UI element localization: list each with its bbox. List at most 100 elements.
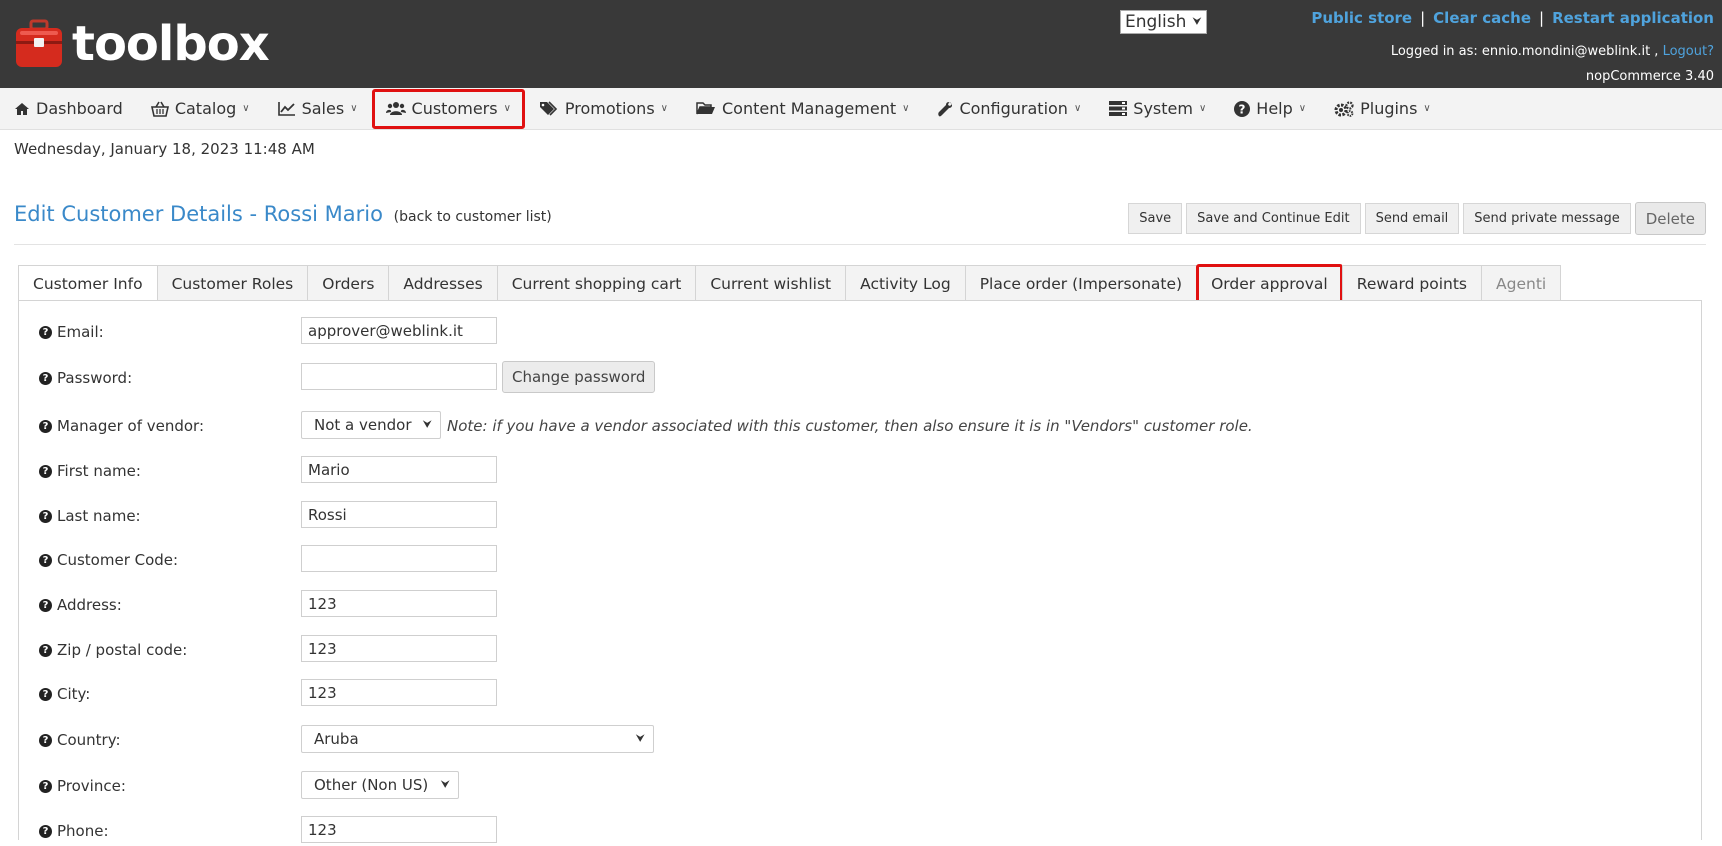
- email-row: ? Email: approver@weblink.it: [19, 317, 1701, 347]
- home-icon: [15, 102, 29, 115]
- city-field[interactable]: 123: [301, 679, 497, 706]
- chevron-down-icon: ∨: [1298, 103, 1307, 114]
- question-icon[interactable]: ?: [39, 464, 52, 478]
- nav-sales[interactable]: Sales ∨: [264, 89, 372, 129]
- question-icon[interactable]: ?: [39, 509, 52, 523]
- password-row: ? Password: Change password: [19, 361, 1701, 393]
- question-icon[interactable]: ?: [39, 371, 52, 385]
- chevron-down-icon: ⮟: [1192, 15, 1202, 28]
- logo[interactable]: toolbox: [14, 16, 270, 72]
- customer-code-row: ? Customer Code:: [19, 545, 1701, 575]
- nav-content-management[interactable]: Content Management ∨: [682, 89, 923, 129]
- tab-customer-roles[interactable]: Customer Roles: [156, 265, 309, 301]
- question-icon[interactable]: ?: [39, 824, 52, 838]
- customer-code-field[interactable]: [301, 545, 497, 572]
- question-icon[interactable]: ?: [39, 733, 52, 747]
- question-icon[interactable]: ?: [39, 779, 52, 793]
- folder-open-icon: [696, 102, 715, 115]
- send-private-message-button[interactable]: Send private message: [1463, 203, 1631, 234]
- vendor-label: ? Manager of vendor:: [39, 417, 204, 435]
- question-icon[interactable]: ?: [39, 419, 52, 433]
- line-chart-icon: [277, 102, 295, 116]
- save-continue-button[interactable]: Save and Continue Edit: [1186, 203, 1361, 234]
- zip-field[interactable]: 123: [301, 635, 497, 662]
- zip-label: ? Zip / postal code:: [39, 641, 187, 659]
- province-select[interactable]: Other (Non US) ⮟: [301, 771, 459, 799]
- logo-text: toolbox: [72, 16, 270, 72]
- language-value: English: [1125, 12, 1187, 32]
- label-text: City:: [57, 685, 91, 703]
- tags-icon: [539, 101, 558, 116]
- vendor-note: Note: if you have a vendor associated wi…: [447, 417, 1253, 435]
- language-select[interactable]: English ⮟: [1120, 10, 1207, 34]
- phone-field[interactable]: 123: [301, 816, 497, 843]
- address-label: ? Address:: [39, 596, 122, 614]
- label-text: Manager of vendor:: [57, 417, 205, 435]
- tab-orders[interactable]: Orders: [307, 265, 390, 301]
- label-text: Province:: [57, 777, 126, 795]
- nav-promotions[interactable]: Promotions ∨: [525, 89, 682, 129]
- zip-row: ? Zip / postal code: 123: [19, 635, 1701, 665]
- header-links: Public store | Clear cache | Restart applica…: [1311, 9, 1714, 27]
- question-icon[interactable]: ?: [39, 687, 52, 701]
- question-icon[interactable]: ?: [39, 598, 52, 612]
- question-icon[interactable]: ?: [39, 553, 52, 567]
- restart-application-link[interactable]: Restart application: [1552, 9, 1714, 27]
- version-label: nopCommerce 3.40: [1585, 69, 1714, 84]
- password-label: ? Password:: [39, 369, 132, 387]
- email-label: ? Email:: [39, 323, 104, 341]
- label-text: Email:: [57, 323, 104, 341]
- basket-icon: [150, 101, 169, 117]
- tab-place-order[interactable]: Place order (Impersonate): [964, 265, 1198, 301]
- first-name-field[interactable]: Mario: [301, 456, 497, 483]
- question-icon[interactable]: ?: [39, 643, 52, 657]
- last-name-label: ? Last name:: [39, 507, 141, 525]
- send-email-button[interactable]: Send email: [1364, 203, 1460, 234]
- email-field[interactable]: approver@weblink.it: [301, 317, 497, 344]
- tab-order-approval[interactable]: Order approval: [1196, 264, 1343, 303]
- public-store-link[interactable]: Public store: [1311, 9, 1412, 27]
- change-password-button[interactable]: Change password: [502, 361, 656, 393]
- select-value: Other (Non US): [314, 776, 429, 794]
- country-select[interactable]: Aruba ⮟: [301, 725, 654, 753]
- tab-current-shopping-cart[interactable]: Current shopping cart: [496, 265, 697, 301]
- delete-button[interactable]: Delete: [1634, 202, 1706, 235]
- tab-activity-log[interactable]: Activity Log: [845, 265, 966, 301]
- svg-text:?: ?: [1239, 102, 1246, 116]
- tab-reward-points[interactable]: Reward points: [1341, 265, 1483, 301]
- chevron-down-icon: ∨: [503, 103, 511, 114]
- logout-link[interactable]: Logout?: [1663, 44, 1714, 59]
- password-field[interactable]: [301, 363, 497, 390]
- chevron-down-icon: ⮟: [440, 778, 450, 791]
- separator: |: [1539, 9, 1545, 27]
- vendor-select[interactable]: Not a vendor ⮟: [301, 411, 441, 439]
- nav-help[interactable]: ? Help ∨: [1220, 89, 1320, 129]
- nav-label: Help: [1256, 99, 1293, 118]
- customer-info-panel: ? Email: approver@weblink.it ? Password: C…: [18, 300, 1702, 843]
- nav-plugins[interactable]: Plugins ∨: [1320, 89, 1445, 129]
- province-label: ? Province:: [39, 777, 126, 795]
- clear-cache-link[interactable]: Clear cache: [1433, 9, 1531, 27]
- tab-addresses[interactable]: Addresses: [388, 265, 498, 301]
- nav-dashboard[interactable]: Dashboard: [0, 89, 137, 129]
- vendor-row: ? Manager of vendor: Not a vendor ⮟ Note: …: [19, 411, 1701, 441]
- tab-agenti[interactable]: Agenti: [1481, 265, 1562, 301]
- question-icon[interactable]: ?: [39, 325, 52, 339]
- nav-customers[interactable]: Customers ∨: [371, 88, 526, 129]
- chevron-down-icon: ∨: [1198, 103, 1207, 114]
- country-label: ? Country:: [39, 731, 121, 749]
- address-field[interactable]: 123: [301, 590, 497, 617]
- nav-configuration[interactable]: Configuration ∨: [923, 89, 1095, 129]
- select-value: Not a vendor: [314, 416, 412, 434]
- server-icon: [1109, 101, 1128, 116]
- tab-current-wishlist[interactable]: Current wishlist: [695, 265, 847, 301]
- nav-catalog[interactable]: Catalog ∨: [137, 89, 264, 129]
- city-label: ? City:: [39, 685, 90, 703]
- top-header: toolbox English ⮟ Public store | Clear cac…: [0, 0, 1722, 88]
- tab-customer-info[interactable]: Customer Info: [18, 265, 158, 302]
- nav-system[interactable]: System ∨: [1095, 89, 1220, 129]
- save-button[interactable]: Save: [1128, 203, 1183, 234]
- last-name-field[interactable]: Rossi: [301, 501, 497, 528]
- country-row: ? Country: Aruba ⮟: [19, 725, 1701, 755]
- back-to-customer-list-link[interactable]: (back to customer list): [394, 209, 552, 225]
